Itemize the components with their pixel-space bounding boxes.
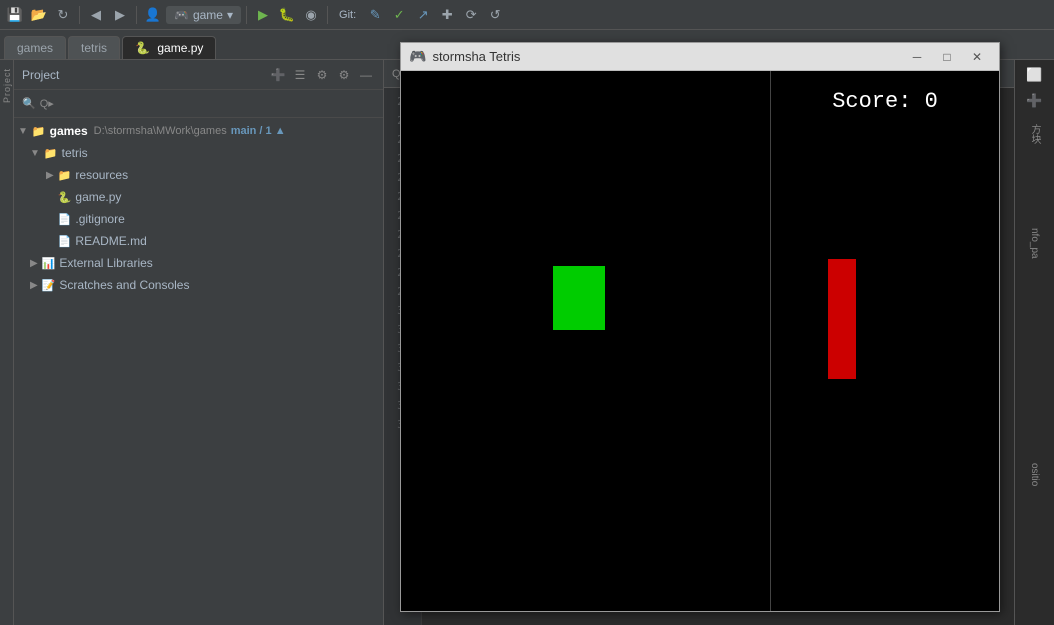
tree-resources-folder[interactable]: ▶ 📁 resources (14, 164, 383, 186)
tree-resources-arrow: ▶ (46, 170, 54, 181)
tab-tetris-label: tetris (81, 41, 107, 55)
tree-external-libs-icon: 📊 (42, 257, 56, 270)
toolbar-sep-1 (79, 6, 80, 24)
tree-external-libs[interactable]: ▶ 📊 External Libraries (14, 252, 383, 274)
tab-gamepy[interactable]: 🐍 game.py (122, 36, 216, 59)
tetris-red-block (828, 259, 856, 379)
vcs-add-icon[interactable]: ✚ (436, 4, 458, 26)
tree-gitignore-icon: 📄 (58, 213, 72, 226)
project-panel-title: Project (22, 68, 265, 82)
vcs-push-icon[interactable]: ↗ (412, 4, 434, 26)
back-icon[interactable]: ◀ (85, 4, 107, 26)
tab-games[interactable]: games (4, 36, 66, 59)
tree-gamepy[interactable]: ▶ 🐍 game.py (14, 186, 383, 208)
tetris-title-text: stormsha Tetris (432, 49, 903, 64)
search-icon: 🔍 (22, 97, 36, 110)
open-icon[interactable]: 📂 (28, 4, 50, 26)
toolbar-sep-4 (327, 6, 328, 24)
toolbar-sep-3 (246, 6, 247, 24)
left-panel-strip: Project (0, 60, 14, 625)
tree-root-games[interactable]: ▼ 📁 games D:\stormsha\MWork\games main /… (14, 120, 383, 142)
vcs-edit-icon[interactable]: ✎ (364, 4, 386, 26)
project-panel-toolbar: Project ➕ ☰ ⚙ ⚙ — (14, 60, 383, 90)
tree-scratches-label: Scratches and Consoles (59, 278, 189, 292)
search-hint: Q▸ (40, 97, 54, 110)
project-panel: Project ➕ ☰ ⚙ ⚙ — 🔍 Q▸ ▼ 📁 games D:\stor… (14, 60, 384, 625)
tree-tetris-arrow: ▼ (30, 148, 40, 159)
right-panel-text1: 方块 (1027, 124, 1042, 144)
coverage-icon[interactable]: ◉ (300, 4, 322, 26)
tree-root-games-label: games (50, 124, 88, 138)
right-panel: ⬜ ➕ 方块 nfo_pa ositio (1014, 60, 1054, 625)
tab-gamepy-icon: 🐍 (135, 41, 150, 55)
tree-resources-label: resources (75, 168, 128, 182)
tree-tetris-folder-icon: 📁 (44, 147, 58, 160)
toolbar-sep-2 (136, 6, 137, 24)
tree-gitignore[interactable]: ▶ 📄 .gitignore (14, 208, 383, 230)
tetris-info-area: Score: 0 (771, 71, 999, 611)
project-cog-btn[interactable]: ⚙ (335, 66, 353, 84)
run-icon[interactable]: ▶ (252, 4, 274, 26)
tree-resources-folder-icon: 📁 (58, 169, 72, 182)
right-panel-text2: nfo_pa (1029, 228, 1040, 259)
tab-games-label: games (17, 41, 53, 55)
tree-external-libs-label: External Libraries (59, 256, 152, 270)
project-minimize-btn[interactable]: — (357, 66, 375, 84)
vcs-label[interactable]: Git: (333, 7, 362, 23)
tree-readme-icon: 📄 (58, 235, 72, 248)
tetris-maximize-btn[interactable]: □ (933, 47, 961, 67)
tree-scratches-icon: 📝 (42, 279, 56, 292)
vcs-revert-icon[interactable]: ↺ (484, 4, 506, 26)
project-list-btn[interactable]: ☰ (291, 66, 309, 84)
project-search-row: 🔍 Q▸ (14, 90, 383, 118)
save-icon[interactable]: 💾 (4, 4, 26, 26)
tree-root-games-branch: main / 1 ▲ (231, 125, 286, 137)
debug-icon[interactable]: 🐛 (276, 4, 298, 26)
project-vertical-tab[interactable]: Project (2, 68, 12, 103)
tree-external-libs-arrow: ▶ (30, 258, 38, 269)
project-filter-btn[interactable]: ⚙ (313, 66, 331, 84)
vcs-check-icon[interactable]: ✓ (388, 4, 410, 26)
top-toolbar: 💾 📂 ↻ ◀ ▶ 👤 🎮 game ▾ ▶ 🐛 ◉ Git: ✎ ✓ ↗ ✚ … (0, 0, 1054, 30)
tetris-window-buttons: ─ □ ✕ (903, 47, 991, 67)
tetris-body: Score: 0 (401, 71, 999, 611)
tree-scratches[interactable]: ▶ 📝 Scratches and Consoles (14, 274, 383, 296)
tree-gitignore-label: .gitignore (75, 212, 124, 226)
forward-icon[interactable]: ▶ (109, 4, 131, 26)
tree-root-games-path: D:\stormsha\MWork\games (94, 125, 227, 137)
tetris-game-area[interactable] (401, 71, 771, 611)
tab-tetris[interactable]: tetris (68, 36, 120, 59)
file-tree: ▼ 📁 games D:\stormsha\MWork\games main /… (14, 118, 383, 625)
refresh-icon[interactable]: ↻ (52, 4, 74, 26)
project-add-btn[interactable]: ➕ (269, 66, 287, 84)
right-panel-add-btn[interactable]: ➕ (1024, 90, 1046, 112)
tetris-close-btn[interactable]: ✕ (963, 47, 991, 67)
tree-tetris-label: tetris (62, 146, 88, 160)
tetris-title-icon: 🎮 (409, 48, 426, 65)
tree-readme[interactable]: ▶ 📄 README.md (14, 230, 383, 252)
tree-readme-label: README.md (75, 234, 146, 248)
tree-root-games-folder-icon: 📁 (32, 125, 46, 138)
tetris-window: 🎮 stormsha Tetris ─ □ ✕ Score: 0 (400, 42, 1000, 612)
tree-gamepy-icon: 🐍 (58, 191, 72, 204)
game-dropdown-arrow: ▾ (227, 8, 233, 22)
tree-root-games-arrow: ▼ (18, 126, 28, 137)
right-panel-expand-btn[interactable]: ⬜ (1024, 64, 1046, 86)
tree-gamepy-label: game.py (75, 190, 121, 204)
tetris-minimize-btn[interactable]: ─ (903, 47, 931, 67)
tetris-green-block (553, 266, 605, 330)
tree-scratches-arrow: ▶ (30, 280, 38, 291)
vcs-history-icon[interactable]: ⟳ (460, 4, 482, 26)
user-icon[interactable]: 👤 (142, 4, 164, 26)
game-dropdown-label: game (193, 8, 223, 22)
tab-gamepy-label: game.py (157, 41, 203, 55)
game-dropdown-icon: 🎮 (174, 8, 189, 22)
tree-tetris-folder[interactable]: ▼ 📁 tetris (14, 142, 383, 164)
tetris-titlebar[interactable]: 🎮 stormsha Tetris ─ □ ✕ (401, 43, 999, 71)
tetris-score: Score: 0 (832, 89, 938, 114)
right-panel-text3: ositio (1029, 463, 1040, 486)
game-dropdown[interactable]: 🎮 game ▾ (166, 6, 241, 24)
